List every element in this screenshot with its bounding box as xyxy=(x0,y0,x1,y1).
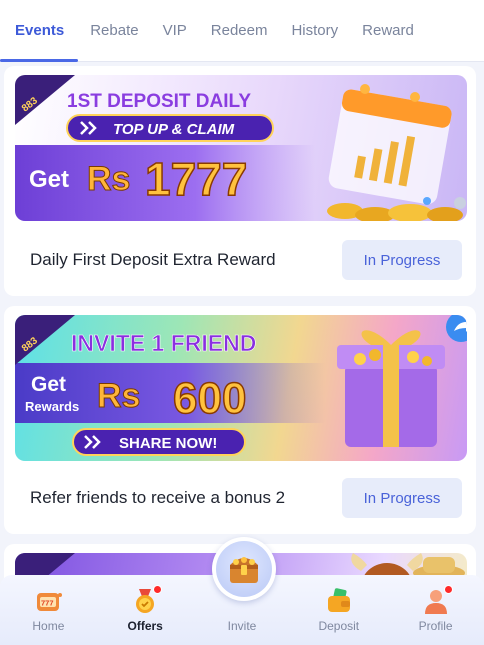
banner-amount: 600 xyxy=(173,374,246,423)
user-icon xyxy=(422,585,453,615)
notification-dot xyxy=(443,585,453,594)
banner-amount-prefix: Get xyxy=(29,166,69,193)
status-button[interactable]: In Progress xyxy=(342,240,462,280)
nav-label: Profile xyxy=(418,619,453,633)
wallet-icon xyxy=(325,587,353,615)
event-card-invite[interactable]: 883 INVITE 1 FRIEND Get Rewards Rs 600 S… xyxy=(4,306,476,534)
banner-first-deposit[interactable]: 883 1ST DEPOSIT DAILY TOP UP & CLAIM Get… xyxy=(15,75,467,221)
nav-label: Invite xyxy=(227,619,257,633)
invite-fab-button[interactable] xyxy=(212,537,276,601)
slot-777-icon: 777 xyxy=(34,587,63,615)
event-title: Daily First Deposit Extra Reward xyxy=(30,250,276,269)
banner-cta: SHARE NOW! xyxy=(119,435,217,452)
banner-cta: TOP UP & CLAIM xyxy=(113,121,235,138)
status-button[interactable]: In Progress xyxy=(342,478,462,518)
calendar-icon xyxy=(328,84,452,205)
banner-headline: 1ST DEPOSIT DAILY xyxy=(67,91,251,112)
banner-invite[interactable]: 883 INVITE 1 FRIEND Get Rewards Rs 600 S… xyxy=(15,315,467,461)
tab-vip[interactable]: VIP xyxy=(151,0,199,62)
event-title: Refer friends to receive a bonus 2 xyxy=(30,488,286,507)
nav-deposit[interactable]: Deposit xyxy=(299,587,379,633)
banner-first-deposit-art: 883 1ST DEPOSIT DAILY TOP UP & CLAIM Get… xyxy=(15,75,466,221)
nav-label: Offers xyxy=(127,619,163,633)
tab-redeem[interactable]: Redeem xyxy=(199,0,280,62)
medal-icon xyxy=(131,585,163,615)
nav-label: Home xyxy=(32,619,65,633)
tab-history[interactable]: History xyxy=(279,0,350,62)
nav-profile[interactable]: Profile xyxy=(396,585,476,633)
banner-amount-sub: Rewards xyxy=(25,399,79,414)
banner-headline: INVITE 1 FRIEND xyxy=(71,330,256,356)
banner-currency: Rs xyxy=(97,377,140,415)
nav-home[interactable]: 777 Home xyxy=(8,587,88,633)
tab-rebate[interactable]: Rebate xyxy=(78,0,150,62)
nav-label: Deposit xyxy=(318,619,360,633)
banner-currency: Rs xyxy=(87,160,130,198)
tab-events[interactable]: Events xyxy=(0,0,79,62)
event-card-first-deposit[interactable]: 883 1ST DEPOSIT DAILY TOP UP & CLAIM Get… xyxy=(4,66,476,296)
banner-amount-prefix: Get xyxy=(31,373,66,396)
svg-text:777: 777 xyxy=(41,599,54,608)
tab-reward[interactable]: Reward xyxy=(350,0,426,62)
nav-offers[interactable]: Offers xyxy=(105,585,185,633)
banner-invite-art: 883 INVITE 1 FRIEND Get Rewards Rs 600 S… xyxy=(15,315,467,456)
treasure-chest-icon xyxy=(216,541,272,597)
banner-amount: 1777 xyxy=(145,153,247,205)
notification-dot xyxy=(153,585,163,594)
tab-bar: Events Rebate VIP Redeem History Reward xyxy=(0,0,484,62)
coins-icon xyxy=(327,197,466,221)
gift-box-icon xyxy=(337,330,445,447)
